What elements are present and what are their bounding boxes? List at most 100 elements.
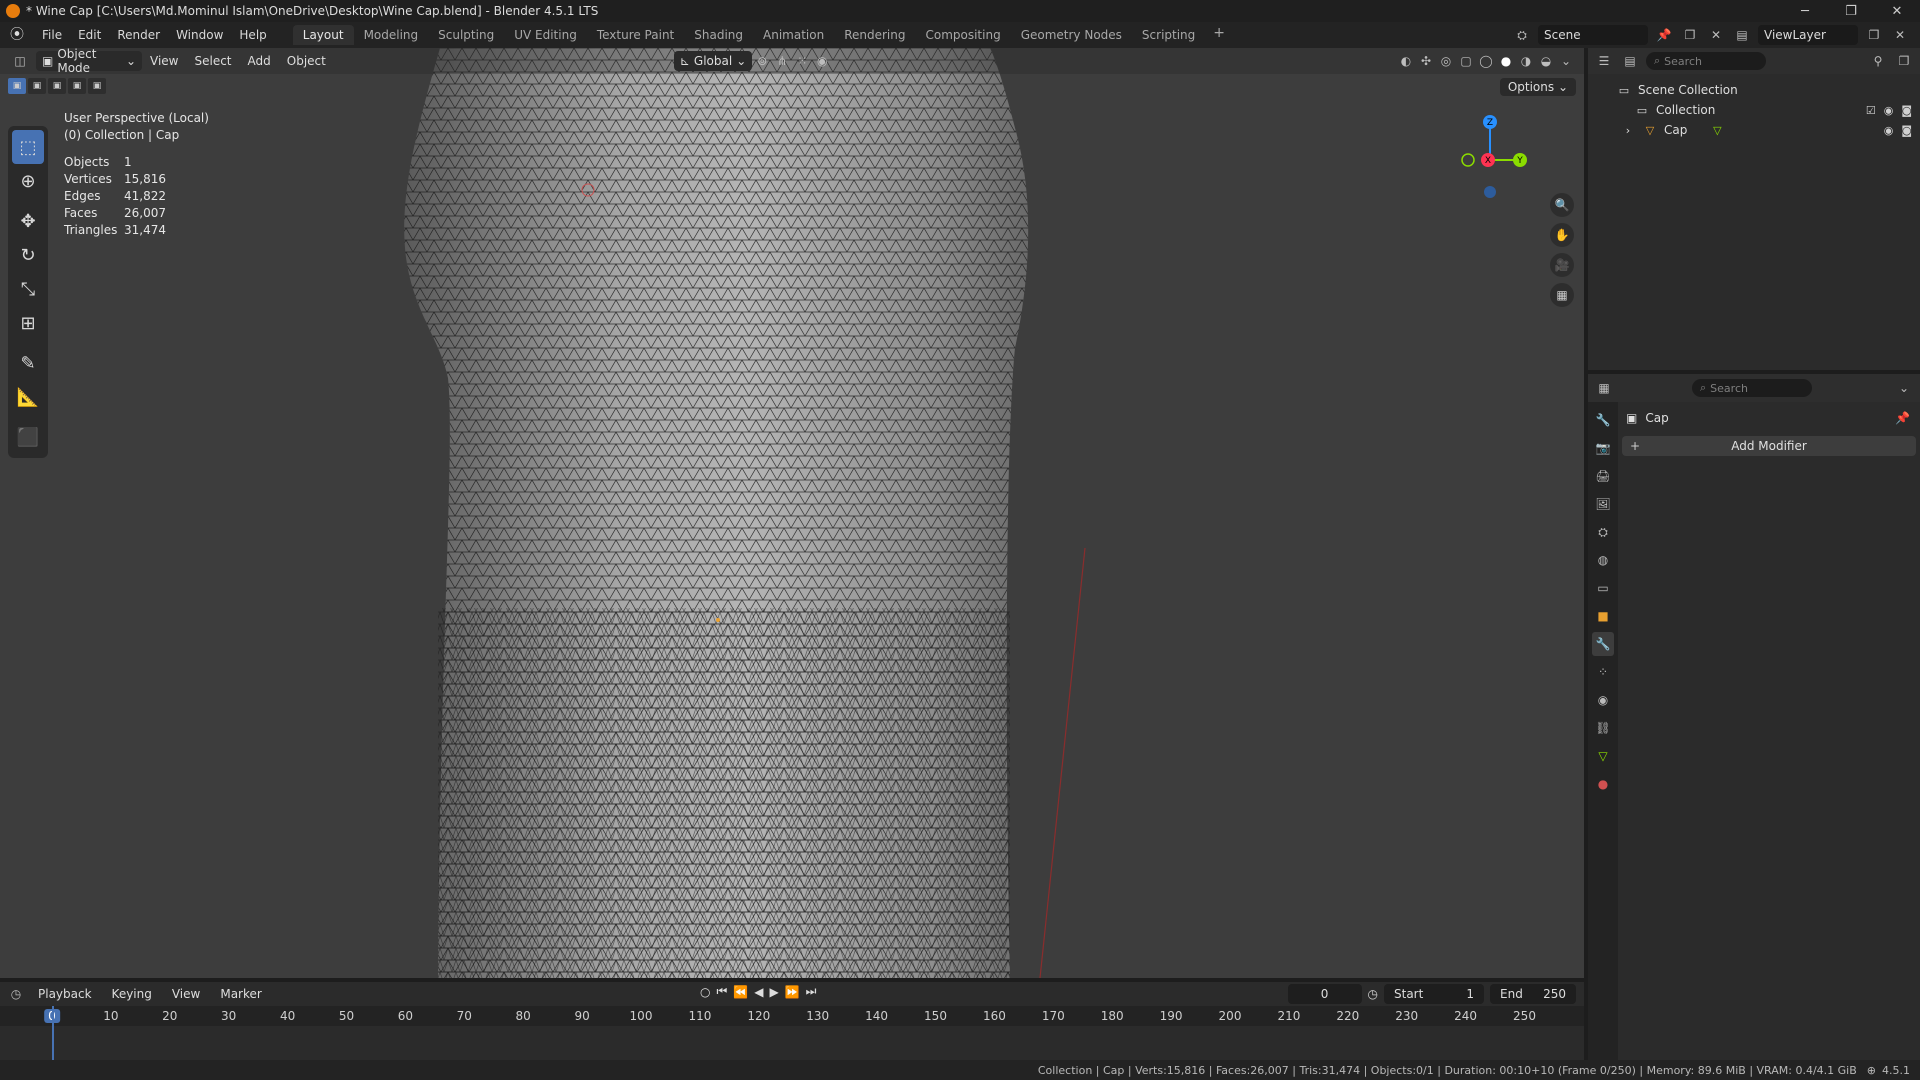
outliner-item-scene-collection[interactable]: ▭ Scene Collection bbox=[1616, 80, 1920, 100]
tab-rendering[interactable]: Rendering bbox=[834, 25, 915, 45]
maximize-button[interactable]: ❐ bbox=[1828, 0, 1874, 22]
cursor-tool-icon[interactable]: ⊕ bbox=[8, 164, 48, 198]
xray-icon[interactable]: ▢ bbox=[1456, 51, 1476, 71]
checkbox-icon[interactable]: ☑ bbox=[1866, 104, 1876, 117]
pivot-icon[interactable]: ⊚ bbox=[752, 51, 772, 71]
tool-icon[interactable]: 🔧 bbox=[1592, 408, 1614, 432]
play-reverse-icon[interactable]: ◀ bbox=[754, 985, 763, 999]
viewport-menu-object[interactable]: Object bbox=[279, 54, 334, 68]
pin-icon[interactable]: 📌 bbox=[1895, 411, 1910, 425]
camera-view-icon[interactable]: 🎥 bbox=[1550, 253, 1574, 277]
select-subtract-icon[interactable]: ▣ bbox=[48, 78, 66, 94]
mode-dropdown[interactable]: ▣ Object Mode ⌄ bbox=[36, 48, 142, 75]
eye-icon[interactable]: ◉ bbox=[1884, 124, 1894, 137]
options-dropdown[interactable]: Options ⌄ bbox=[1499, 78, 1576, 96]
select-box-icon[interactable]: ⬚ bbox=[12, 130, 44, 164]
timeline-menu-view[interactable]: View bbox=[164, 987, 208, 1001]
timeline-editor-icon[interactable]: ◷ bbox=[6, 984, 26, 1004]
tab-animation[interactable]: Animation bbox=[753, 25, 834, 45]
snap-target-icon[interactable]: ⁙ bbox=[792, 51, 812, 71]
new-scene-icon[interactable]: ❐ bbox=[1680, 25, 1700, 45]
pan-hand-icon[interactable]: ✋ bbox=[1550, 223, 1574, 247]
transform-orientation-dropdown[interactable]: ⊾ Global ⌄ bbox=[673, 51, 753, 71]
collection-icon[interactable]: ▭ bbox=[1592, 576, 1614, 600]
timeline-menu-playback[interactable]: Playback bbox=[30, 987, 100, 1001]
shading-material-icon[interactable]: ◑ bbox=[1516, 51, 1536, 71]
measure-tool-icon[interactable]: 📐 bbox=[8, 380, 48, 414]
editor-type-icon[interactable]: ◫ bbox=[10, 51, 30, 71]
camera-icon[interactable]: ◙ bbox=[1901, 124, 1912, 137]
menu-help[interactable]: Help bbox=[231, 28, 274, 42]
data-icon[interactable]: ▽ bbox=[1592, 744, 1614, 768]
gizmo-toggle-icon[interactable]: ✣ bbox=[1416, 51, 1436, 71]
modifier-icon[interactable]: 🔧 bbox=[1592, 632, 1614, 656]
scene-name-field[interactable]: Scene bbox=[1538, 25, 1648, 45]
pin-icon[interactable]: 📌 bbox=[1654, 25, 1674, 45]
view-layer-field[interactable]: ViewLayer bbox=[1758, 25, 1858, 45]
jump-start-icon[interactable]: ⏮ bbox=[716, 984, 727, 999]
add-workspace-button[interactable]: + bbox=[1205, 25, 1233, 45]
chevron-down-icon[interactable]: ⌄ bbox=[1894, 378, 1914, 398]
world-icon[interactable]: ◍ bbox=[1592, 548, 1614, 572]
shading-options-icon[interactable]: ⌄ bbox=[1556, 51, 1576, 71]
start-frame-field[interactable]: Start 1 bbox=[1384, 984, 1484, 1004]
menu-window[interactable]: Window bbox=[168, 28, 231, 42]
scene-icon[interactable]: ⛭ bbox=[1512, 25, 1532, 45]
scale-tool-icon[interactable]: ⤡ bbox=[8, 272, 48, 306]
snap-icon[interactable]: ⋔ bbox=[772, 51, 792, 71]
current-frame-field[interactable]: 0 bbox=[1287, 984, 1362, 1004]
neg-y-axis-icon[interactable] bbox=[1461, 153, 1475, 167]
new-view-layer-icon[interactable]: ❐ bbox=[1864, 25, 1884, 45]
select-new-icon[interactable]: ▣ bbox=[8, 78, 26, 94]
menu-file[interactable]: File bbox=[34, 28, 70, 42]
tab-scripting[interactable]: Scripting bbox=[1132, 25, 1205, 45]
select-intersect-icon[interactable]: ▣ bbox=[88, 78, 106, 94]
outliner-item-collection[interactable]: ▭ Collection ☑ ◉ ◙ bbox=[1616, 100, 1920, 120]
move-tool-icon[interactable]: ✥ bbox=[8, 204, 48, 238]
annotate-tool-icon[interactable]: ✎ bbox=[8, 346, 48, 380]
delete-scene-icon[interactable]: ✕ bbox=[1706, 25, 1726, 45]
delete-view-layer-icon[interactable]: ✕ bbox=[1890, 25, 1910, 45]
shading-rendered-icon[interactable]: ◒ bbox=[1536, 51, 1556, 71]
transform-tool-icon[interactable]: ⊞ bbox=[8, 306, 48, 340]
outliner-editor-icon[interactable]: ☰ bbox=[1594, 51, 1614, 71]
mesh-data-icon[interactable]: ▽ bbox=[1709, 123, 1725, 137]
menu-edit[interactable]: Edit bbox=[70, 28, 109, 42]
tab-geometry-nodes[interactable]: Geometry Nodes bbox=[1011, 25, 1132, 45]
particles-icon[interactable]: ⁘ bbox=[1592, 660, 1614, 684]
object-icon[interactable]: ■ bbox=[1592, 604, 1614, 628]
output-icon[interactable]: 🖨 bbox=[1592, 464, 1614, 488]
tab-modeling[interactable]: Modeling bbox=[354, 25, 429, 45]
tab-uv-editing[interactable]: UV Editing bbox=[504, 25, 587, 45]
filter-icon[interactable]: ⚲ bbox=[1868, 51, 1888, 71]
tab-texture-paint[interactable]: Texture Paint bbox=[587, 25, 684, 45]
blender-menu-icon[interactable]: ⦿ bbox=[10, 27, 26, 43]
material-icon[interactable]: ● bbox=[1592, 772, 1614, 796]
shading-solid-icon[interactable]: ● bbox=[1496, 51, 1516, 71]
play-icon[interactable]: ▶ bbox=[769, 985, 778, 999]
constraints-icon[interactable]: ⛓ bbox=[1592, 716, 1614, 740]
physics-icon[interactable]: ◉ bbox=[1592, 688, 1614, 712]
minimize-button[interactable]: ─ bbox=[1782, 0, 1828, 22]
view-layer-icon[interactable]: ▤ bbox=[1732, 25, 1752, 45]
playhead[interactable] bbox=[52, 1006, 54, 1060]
clock-icon[interactable]: ◷ bbox=[1368, 987, 1378, 1001]
new-collection-icon[interactable]: ❐ bbox=[1894, 51, 1914, 71]
timeline-menu-keying[interactable]: Keying bbox=[104, 987, 160, 1001]
prev-keyframe-icon[interactable]: ⏪ bbox=[733, 985, 748, 999]
rotate-tool-icon[interactable]: ↻ bbox=[8, 238, 48, 272]
expand-chevron-icon[interactable]: › bbox=[1620, 123, 1636, 137]
select-invert-icon[interactable]: ▣ bbox=[68, 78, 86, 94]
shading-wireframe-icon[interactable]: ◯ bbox=[1476, 51, 1496, 71]
end-frame-field[interactable]: End 250 bbox=[1490, 984, 1576, 1004]
zoom-icon[interactable]: 🔍 bbox=[1550, 193, 1574, 217]
navigation-gizmo[interactable]: Z Y X bbox=[1440, 110, 1540, 210]
viewport-menu-select[interactable]: Select bbox=[186, 54, 239, 68]
overlays-icon[interactable]: ◎ bbox=[1436, 51, 1456, 71]
eye-icon[interactable]: ◉ bbox=[1884, 104, 1894, 117]
ortho-grid-icon[interactable]: ▦ bbox=[1550, 283, 1574, 307]
display-mode-icon[interactable]: ▤ bbox=[1620, 51, 1640, 71]
tab-sculpting[interactable]: Sculpting bbox=[428, 25, 504, 45]
properties-editor-icon[interactable]: ▦ bbox=[1594, 378, 1614, 398]
auto-key-icon[interactable]: ○ bbox=[700, 985, 710, 999]
